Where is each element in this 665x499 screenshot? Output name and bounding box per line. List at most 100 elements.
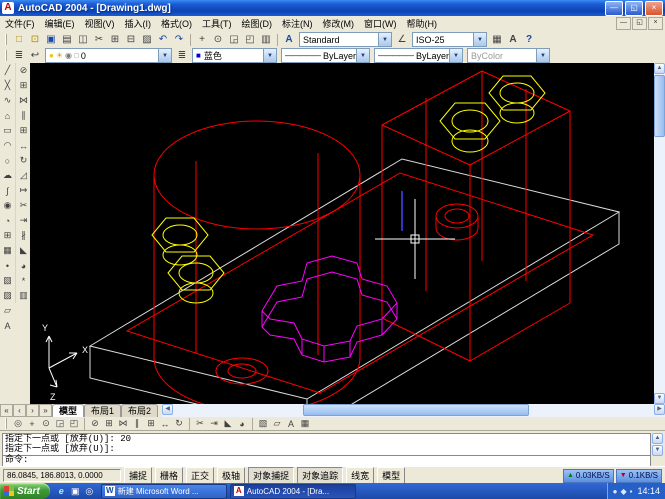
help-icon[interactable]: ?	[521, 32, 537, 47]
polar-toggle[interactable]: 极轴	[217, 467, 245, 484]
coordinate-readout[interactable]: 86.0845, 186.8013, 0.0000	[3, 469, 121, 482]
color-combo[interactable]: ■ 蓝色 ▼	[192, 48, 277, 63]
array-icon[interactable]: ⊞	[17, 123, 31, 138]
close-button[interactable]: ×	[645, 1, 663, 16]
otrack-toggle[interactable]: 对象追踪	[297, 467, 343, 484]
fillet-icon[interactable]: ◕	[235, 418, 249, 430]
region-icon[interactable]: ▱	[1, 303, 15, 318]
stretch-icon[interactable]: ↦	[17, 183, 31, 198]
layer-previous-icon[interactable]: ↩	[27, 48, 43, 63]
menu-modify[interactable]: 修改(M)	[318, 17, 360, 30]
dim-style-combo[interactable]: ISO-25 ▼	[412, 32, 487, 47]
mtext-icon[interactable]: A	[1, 318, 15, 333]
chevron-down-icon[interactable]: ▼	[378, 33, 391, 46]
revision-cloud-icon[interactable]: ☁	[1, 168, 15, 183]
yellow-bolt-group[interactable]	[152, 76, 545, 303]
offset-icon[interactable]: ∥	[130, 418, 144, 430]
tab-next-icon[interactable]: ›	[26, 404, 39, 417]
properties-icon[interactable]: ▥	[17, 288, 31, 303]
vertical-scrollbar[interactable]: ▲ ▼	[654, 63, 665, 404]
layer-manager-icon[interactable]: ≣	[11, 48, 27, 63]
tab-layout2[interactable]: 布局2	[121, 404, 158, 417]
offset-icon[interactable]: ∥	[17, 108, 31, 123]
restore-button[interactable]: ◱	[625, 1, 643, 16]
tray-icon-c[interactable]: ▪	[630, 487, 633, 496]
trim-icon[interactable]: ✂	[17, 198, 31, 213]
polyline-icon[interactable]: ∿	[1, 93, 15, 108]
extend-icon[interactable]: ⇥	[207, 418, 221, 430]
zoom-previous-icon[interactable]: ◰	[67, 418, 81, 430]
toolbar-grip[interactable]	[5, 34, 8, 45]
copy-icon[interactable]: ⊞	[107, 32, 123, 47]
drawing-canvas[interactable]: Y X Z	[30, 63, 654, 404]
extend-icon[interactable]: ⇥	[17, 213, 31, 228]
lineweight-combo[interactable]: ————— ByLayer ▼	[374, 48, 463, 63]
mtext-icon[interactable]: A	[284, 418, 298, 430]
scroll-down-icon[interactable]: ▼	[654, 393, 665, 404]
properties-icon[interactable]: ▥	[258, 32, 274, 47]
point-icon[interactable]: •	[1, 258, 15, 273]
mdi-restore-button[interactable]: ◱	[632, 17, 647, 30]
command-scrollbar[interactable]: ▲ ▼	[652, 433, 663, 456]
magenta-pocket[interactable]	[262, 256, 397, 362]
plot-preview-icon[interactable]: ◫	[75, 32, 91, 47]
tab-first-icon[interactable]: «	[0, 404, 13, 417]
grid-toggle[interactable]: 栅格	[155, 467, 183, 484]
mdi-minimize-button[interactable]: —	[616, 17, 631, 30]
scroll-down-icon[interactable]: ▼	[652, 445, 663, 456]
tab-layout1[interactable]: 布局1	[84, 404, 121, 417]
pan-icon[interactable]: +	[194, 32, 210, 47]
plot-icon[interactable]: ▤	[59, 32, 75, 47]
ellipse-arc-icon[interactable]: ◔	[1, 213, 15, 228]
start-button[interactable]: Start	[0, 483, 50, 499]
spline-icon[interactable]: ∫	[1, 183, 15, 198]
scale-icon[interactable]: ◿	[17, 168, 31, 183]
paste-icon[interactable]: ⊟	[123, 32, 139, 47]
erase-icon[interactable]: ⊘	[17, 63, 31, 78]
scroll-up-icon[interactable]: ▲	[654, 63, 665, 74]
plate-wireframe[interactable]	[90, 159, 619, 404]
explode-icon[interactable]: *	[17, 273, 31, 288]
chamfer-icon[interactable]: ◣	[17, 243, 31, 258]
move-icon[interactable]: ↔	[158, 418, 172, 430]
toolbar-grip[interactable]	[5, 50, 8, 61]
zoom-realtime-icon[interactable]: ⊙	[210, 32, 226, 47]
ellipse-icon[interactable]: ◉	[1, 198, 15, 213]
hatch-icon[interactable]: ▧	[1, 273, 15, 288]
ortho-toggle[interactable]: 正交	[186, 467, 214, 484]
orbit-icon[interactable]: ◎	[11, 418, 25, 430]
arc-icon[interactable]: ◠	[1, 138, 15, 153]
move-icon[interactable]: ↔	[17, 138, 31, 153]
copy-object-icon[interactable]: ⊞	[102, 418, 116, 430]
horizontal-scrollbar[interactable]: ◀ ▶	[162, 404, 665, 417]
task-autocad[interactable]: A AutoCAD 2004 - [Dra...	[230, 484, 356, 499]
zoom-previous-icon[interactable]: ◰	[242, 32, 258, 47]
menu-window[interactable]: 窗口(W)	[359, 17, 402, 30]
layer-combo[interactable]: ● ☀ ◉ ■ 0 ▼	[45, 48, 172, 63]
undo-icon[interactable]: ↶	[155, 32, 171, 47]
menu-dimension[interactable]: 标注(N)	[277, 17, 318, 30]
minimize-button[interactable]: —	[605, 1, 623, 16]
menu-draw[interactable]: 绘图(D)	[237, 17, 278, 30]
trim-icon[interactable]: ✂	[193, 418, 207, 430]
erase-icon[interactable]: ⊘	[88, 418, 102, 430]
linetype-combo[interactable]: ————— ByLayer ▼	[281, 48, 370, 63]
new-file-icon[interactable]: □	[11, 32, 27, 47]
chevron-down-icon[interactable]: ▼	[158, 49, 171, 62]
mtext-icon[interactable]: A	[505, 32, 521, 47]
menu-file[interactable]: 文件(F)	[0, 17, 40, 30]
tab-prev-icon[interactable]: ‹	[13, 404, 26, 417]
rotate-icon[interactable]: ↻	[172, 418, 186, 430]
break-icon[interactable]: ∦	[17, 228, 31, 243]
scroll-up-icon[interactable]: ▲	[652, 433, 663, 444]
tray-icon-a[interactable]: ●	[613, 487, 618, 496]
copy-object-icon[interactable]: ⊞	[17, 78, 31, 93]
mirror-icon[interactable]: ⋈	[17, 93, 31, 108]
match-properties-icon[interactable]: ▨	[139, 32, 155, 47]
zoom-window-icon[interactable]: ◲	[226, 32, 242, 47]
mdi-close-button[interactable]: ×	[648, 17, 663, 30]
open-file-icon[interactable]: ⊡	[27, 32, 43, 47]
gradient-icon[interactable]: ▨	[1, 288, 15, 303]
chevron-down-icon[interactable]: ▼	[356, 49, 369, 62]
make-object-layer-icon[interactable]: ≣	[174, 48, 190, 63]
